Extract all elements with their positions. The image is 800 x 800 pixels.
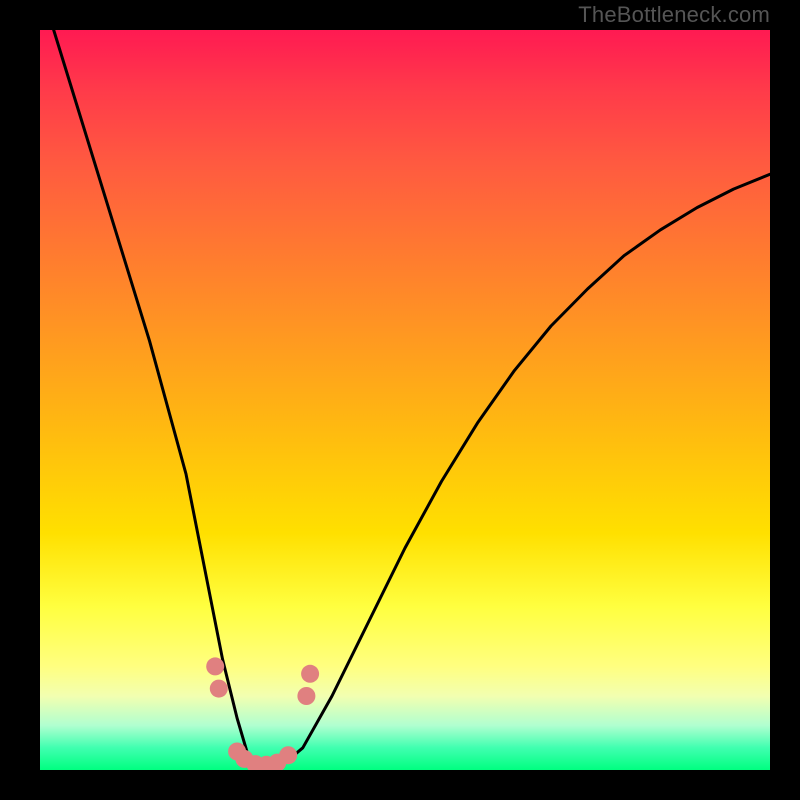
- bottleneck-curve: [40, 30, 770, 766]
- curve-marker: [210, 680, 228, 698]
- bottleneck-curve-svg: [40, 30, 770, 770]
- plot-area: [40, 30, 770, 770]
- chart-frame: TheBottleneck.com: [0, 0, 800, 800]
- curve-marker: [301, 665, 319, 683]
- curve-marker: [297, 687, 315, 705]
- watermark-text: TheBottleneck.com: [578, 2, 770, 28]
- curve-markers: [206, 657, 319, 770]
- curve-marker: [206, 657, 224, 675]
- curve-marker: [279, 746, 297, 764]
